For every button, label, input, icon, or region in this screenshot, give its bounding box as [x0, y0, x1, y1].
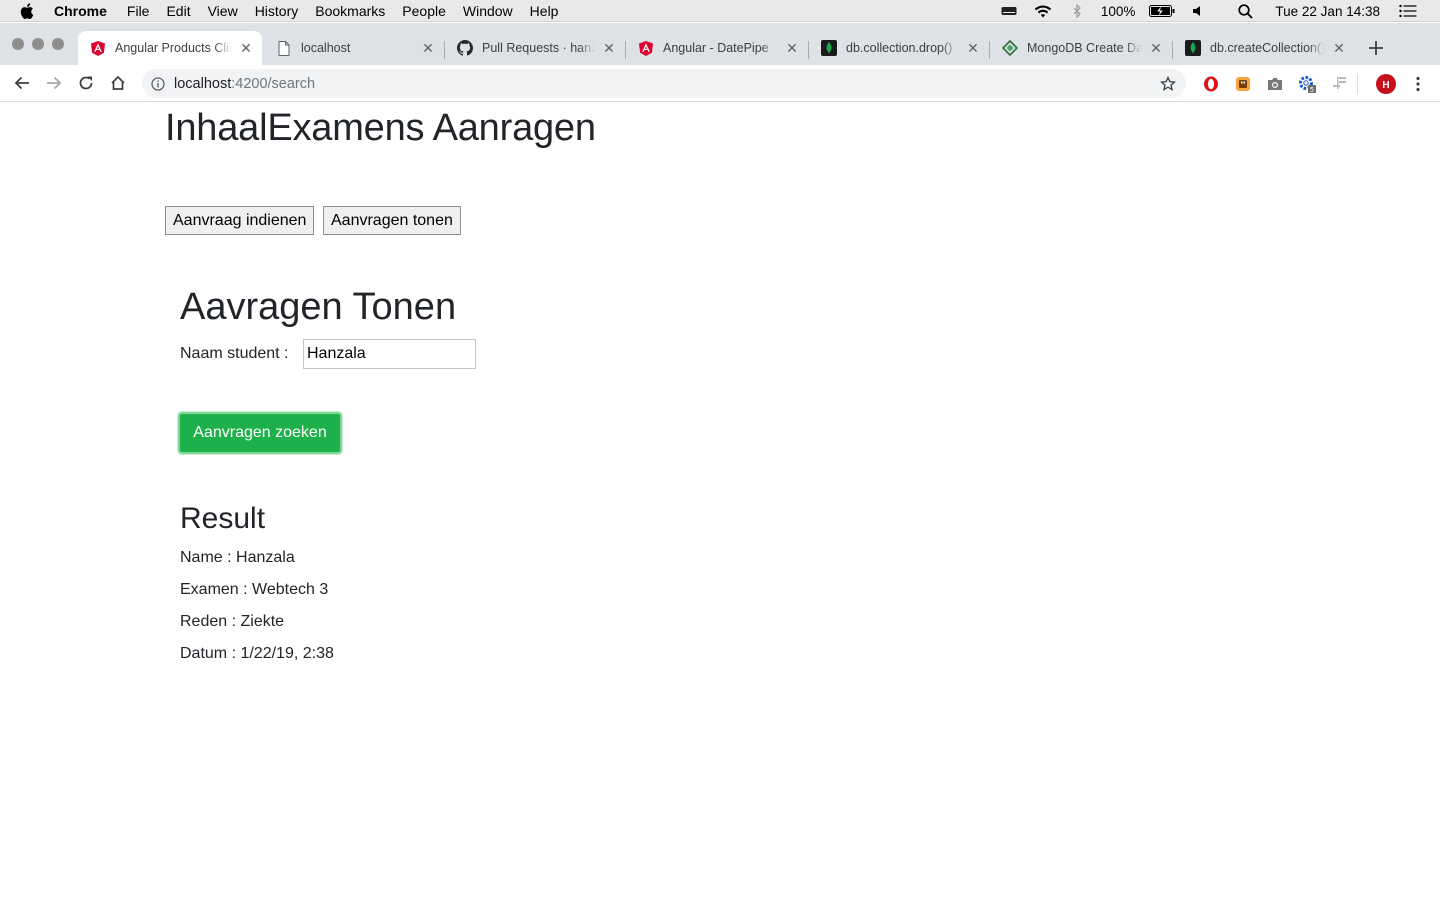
tab-title: db.collection.drop() — [846, 41, 953, 55]
result-title: Result — [180, 502, 266, 535]
tab-angular-datepipe[interactable]: Angular - DatePipe ✕ — [626, 31, 808, 65]
close-tab-icon[interactable]: ✕ — [238, 40, 254, 56]
mongodb-leaf-icon — [821, 40, 837, 56]
honey-extension-icon[interactable] — [1233, 74, 1253, 94]
close-tab-icon[interactable]: ✕ — [1331, 40, 1347, 56]
tab-pull-requests[interactable]: Pull Requests · hanzala ✕ — [445, 31, 625, 65]
notification-center-icon[interactable] — [1398, 4, 1418, 18]
close-tab-icon[interactable]: ✕ — [784, 40, 800, 56]
tab-angular-products-client[interactable]: Angular Products Client ✕ — [78, 31, 262, 65]
wifi-icon[interactable] — [1033, 4, 1053, 18]
menu-file[interactable]: File — [127, 3, 150, 19]
page-icon — [276, 40, 292, 56]
camera-extension-icon[interactable] — [1265, 74, 1285, 94]
github-icon — [457, 40, 473, 56]
close-tab-icon[interactable]: ✕ — [601, 40, 617, 56]
url-text[interactable]: localhost:4200/search — [174, 76, 315, 92]
close-tab-icon[interactable]: ✕ — [965, 40, 981, 56]
student-name-input[interactable]: Hanzala — [303, 339, 476, 369]
apple-logo-icon[interactable] — [18, 2, 36, 20]
url-path: :4200/search — [231, 75, 316, 92]
result-examen: Examen : Webtech 3 — [180, 581, 329, 598]
macos-menu-bar: Chrome File Edit View History Bookmarks … — [0, 0, 1440, 22]
tab-title: localhost — [301, 41, 351, 55]
tab-localhost[interactable]: localhost ✕ — [264, 31, 444, 65]
angular-icon — [638, 40, 654, 56]
tab-title: db.createCollection() — [1210, 41, 1325, 55]
bookmark-list-extension-icon[interactable] — [1329, 74, 1349, 94]
profile-avatar[interactable]: H — [1376, 74, 1396, 94]
chrome-menu-icon[interactable] — [1408, 74, 1428, 94]
tab-db-create-collection[interactable]: db.createCollection() ✕ — [1173, 31, 1355, 65]
app-title: InhaalExamens Aanragen — [165, 107, 596, 149]
section-title: Aavragen Tonen — [180, 286, 457, 328]
battery-percentage: 100% — [1100, 3, 1136, 19]
tab-title: MongoDB Create Database — [1027, 41, 1142, 55]
bluetooth-icon[interactable] — [1067, 4, 1087, 18]
close-tab-icon[interactable]: ✕ — [420, 40, 436, 56]
tab-mongodb-create-database[interactable]: MongoDB Create Database ✕ — [990, 31, 1172, 65]
aanvraag-indienen-button[interactable]: Aanvraag indienen — [165, 206, 315, 235]
menubar-clock[interactable]: Tue 22 Jan 14:38 — [1275, 4, 1380, 19]
tab-title: Pull Requests · hanzala — [482, 41, 595, 55]
aanvragen-zoeken-button[interactable]: Aanvragen zoeken — [178, 412, 342, 454]
toolbar-divider — [1357, 74, 1358, 94]
menu-edit[interactable]: Edit — [166, 3, 190, 19]
tab-title: Angular - DatePipe — [663, 41, 769, 55]
close-tab-icon[interactable]: ✕ — [1148, 40, 1164, 56]
window-controls — [12, 38, 64, 50]
tab-strip: Angular Products Client ✕ localhost ✕ Pu… — [0, 23, 1440, 65]
tab-db-collection-drop[interactable]: db.collection.drop() ✕ — [809, 31, 989, 65]
bookmark-star-icon[interactable] — [1159, 75, 1177, 93]
zoom-window-button[interactable] — [52, 38, 64, 50]
extension-badge-count: 5 — [1310, 86, 1314, 94]
url-host: localhost — [174, 75, 232, 92]
minimize-window-button[interactable] — [32, 38, 44, 50]
battery-icon[interactable] — [1149, 4, 1175, 18]
result-reden: Reden : Ziekte — [180, 613, 285, 630]
result-datum: Datum : 1/22/19, 2:38 — [180, 645, 334, 662]
tab-title: Angular Products Client — [115, 41, 232, 55]
home-icon[interactable] — [106, 71, 130, 95]
profile-initial: H — [1382, 80, 1389, 91]
back-arrow-icon[interactable] — [10, 71, 34, 95]
aanvragen-tonen-button[interactable]: Aanvragen tonen — [323, 206, 461, 235]
opera-extension-icon[interactable] — [1201, 74, 1221, 94]
drive-icon[interactable] — [999, 4, 1019, 18]
angular-icon — [90, 40, 106, 56]
menu-history[interactable]: History — [255, 3, 299, 19]
volume-icon[interactable] — [1189, 4, 1209, 18]
result-name: Name : Hanzala — [180, 549, 295, 566]
menu-help[interactable]: Help — [530, 3, 559, 19]
mongodb-diamond-icon — [1002, 40, 1018, 56]
page-content: InhaalExamens Aanragen Aanvraag indienen… — [0, 102, 1440, 900]
menu-people[interactable]: People — [402, 3, 446, 19]
menu-window[interactable]: Window — [463, 3, 513, 19]
reload-icon[interactable] — [74, 71, 98, 95]
spotlight-search-icon[interactable] — [1235, 3, 1255, 19]
menu-view[interactable]: View — [208, 3, 238, 19]
close-window-button[interactable] — [12, 38, 24, 50]
browser-toolbar: localhost:4200/search 5 H — [0, 65, 1440, 102]
gear-extension-icon[interactable]: 5 — [1297, 74, 1317, 94]
forward-arrow-icon[interactable] — [42, 71, 66, 95]
menu-bookmarks[interactable]: Bookmarks — [315, 3, 385, 19]
site-info-icon[interactable] — [150, 76, 166, 92]
student-name-label: Naam student : — [180, 345, 289, 362]
address-bar[interactable]: localhost:4200/search — [142, 69, 1186, 98]
new-tab-button[interactable] — [1364, 36, 1388, 60]
menu-status-area: 100% Tue 22 Jan 14:38 — [999, 0, 1418, 22]
mongodb-leaf-icon — [1185, 40, 1201, 56]
menu-app-chrome[interactable]: Chrome — [54, 3, 107, 19]
